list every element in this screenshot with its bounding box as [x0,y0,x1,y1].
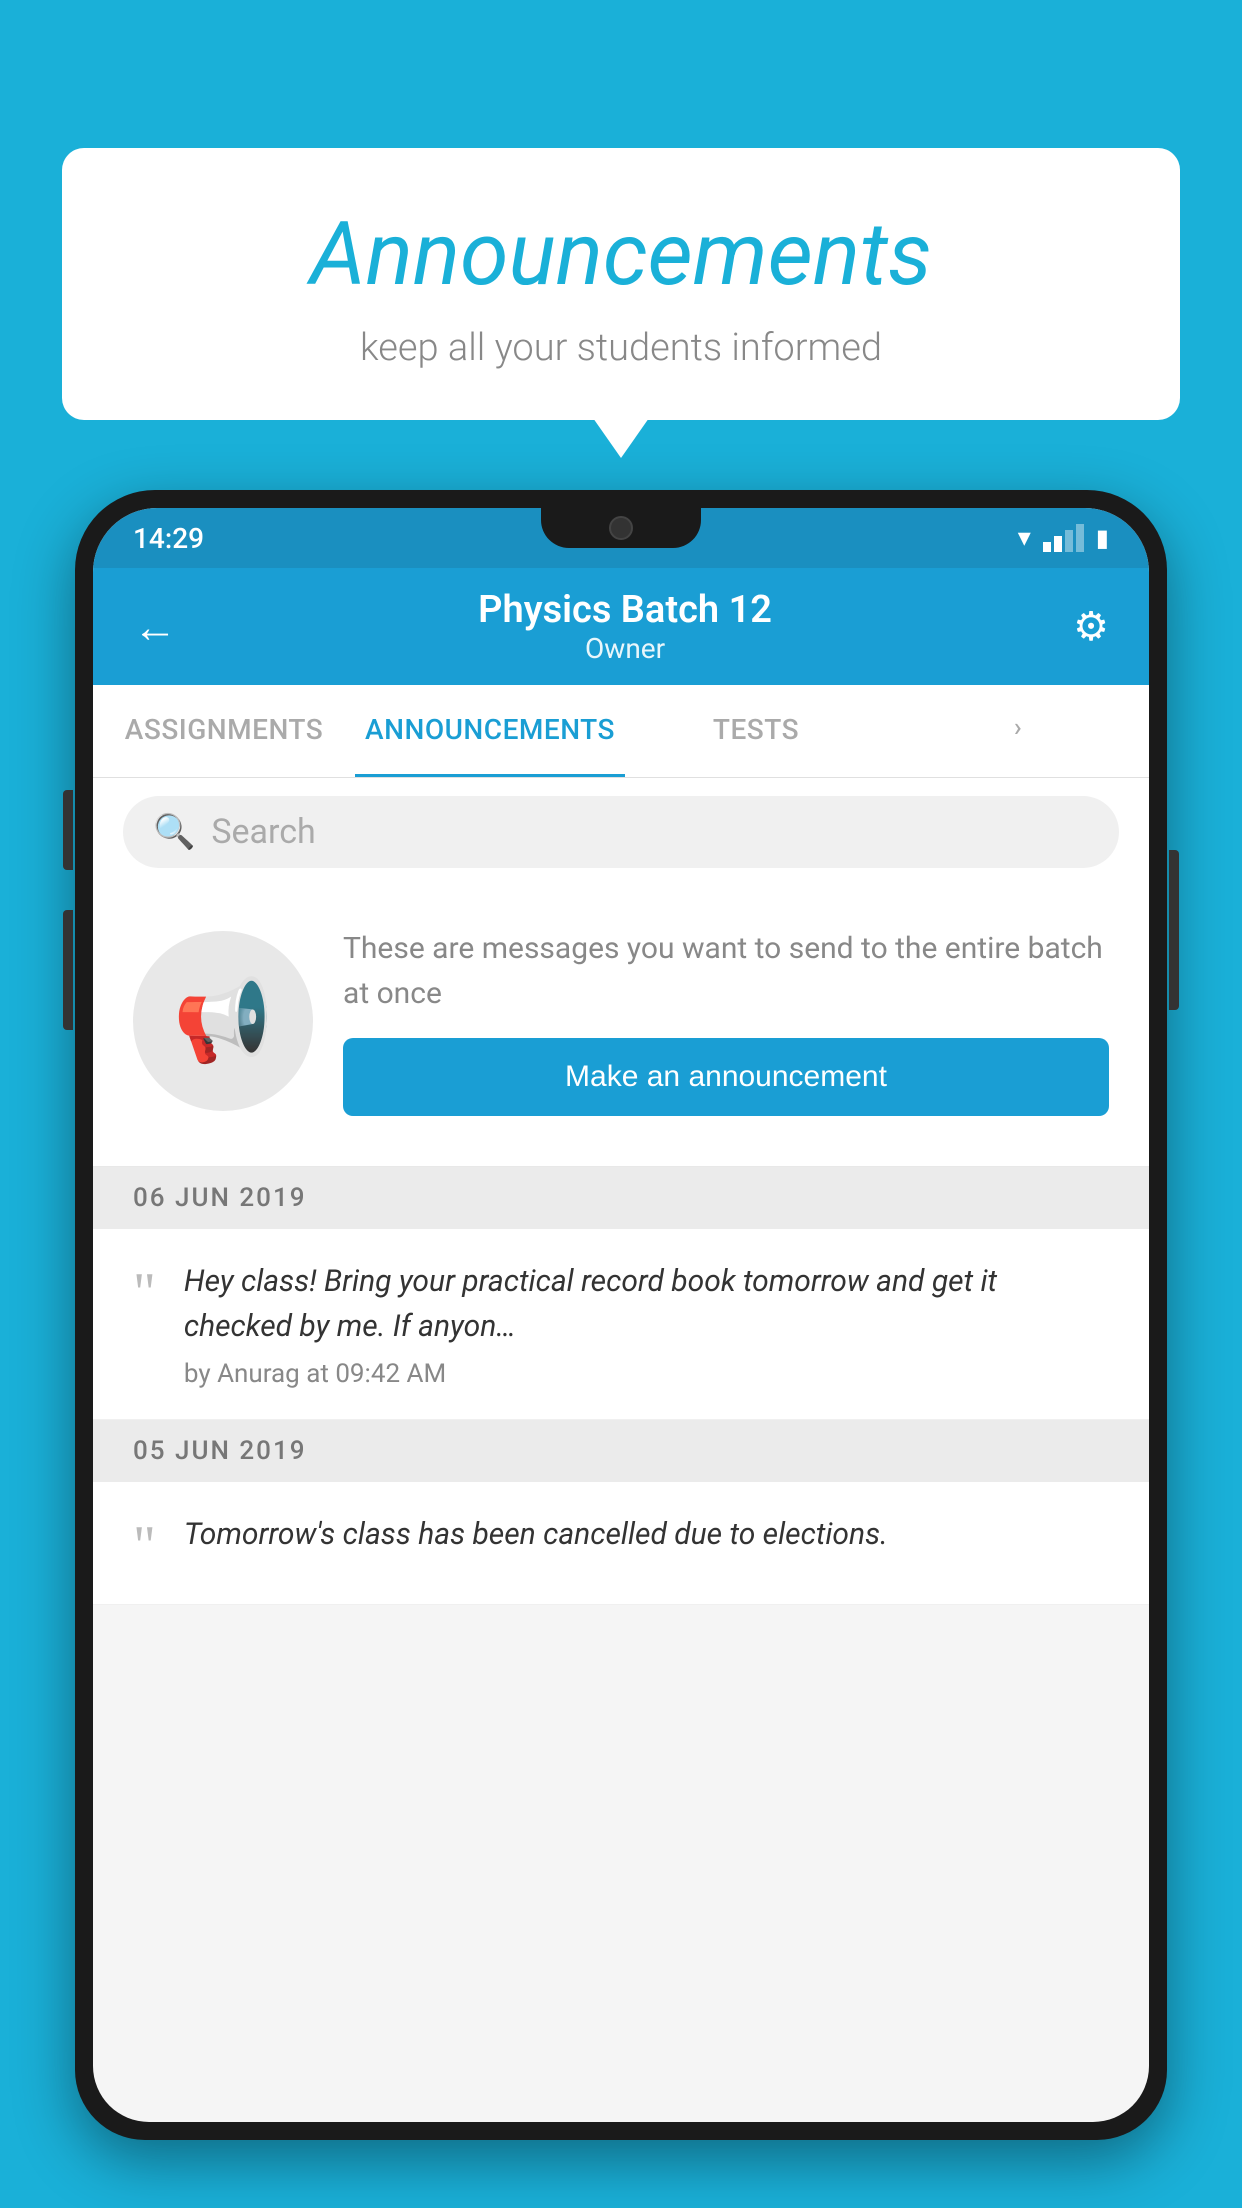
tab-more[interactable]: › [887,685,1149,777]
announcement-meta-1: by Anurag at 09:42 AM [184,1359,1109,1389]
tab-announcements[interactable]: ANNOUNCEMENTS [355,685,625,777]
header-center: Physics Batch 12 Owner [478,588,772,665]
app-header: ← Physics Batch 12 Owner ⚙ [93,568,1149,685]
wifi-icon: ▾ [1018,523,1031,553]
announcement-content-1: Hey class! Bring your practical record b… [184,1259,1109,1389]
search-input[interactable]: Search [211,812,315,852]
speech-bubble: Announcements keep all your students inf… [62,148,1180,420]
promo-right: These are messages you want to send to t… [343,926,1109,1116]
battery-icon: ▮ [1096,524,1109,552]
phone-mockup: 14:29 ▾ ▮ ← Physics Batch 12 Owner [75,490,1167,2208]
signal-bars-icon [1043,524,1084,552]
search-container: 🔍 Search [93,778,1149,886]
speech-bubble-container: Announcements keep all your students inf… [62,148,1180,420]
phone-side-button [63,790,73,870]
tabs-bar: ASSIGNMENTS ANNOUNCEMENTS TESTS › [93,685,1149,778]
announcement-text-2: Tomorrow's class has been cancelled due … [184,1512,1109,1557]
make-announcement-button[interactable]: Make an announcement [343,1038,1109,1116]
bubble-subtitle: keep all your students informed [122,326,1120,370]
announcement-text-1: Hey class! Bring your practical record b… [184,1259,1109,1349]
phone-volume-button [63,910,73,1030]
megaphone-icon: 📢 [173,974,273,1068]
back-button[interactable]: ← [133,601,177,653]
phone-power-button [1169,850,1179,1010]
date-divider-1: 06 JUN 2019 [93,1167,1149,1229]
status-time: 14:29 [133,522,204,555]
date-divider-2: 05 JUN 2019 [93,1420,1149,1482]
bubble-title: Announcements [122,203,1120,306]
search-input-wrapper[interactable]: 🔍 Search [123,796,1119,868]
quote-icon-1: " [133,1265,156,1321]
announcement-content-2: Tomorrow's class has been cancelled due … [184,1512,1109,1557]
phone-notch [541,508,701,548]
phone-camera [609,516,633,540]
announcement-icon-circle: 📢 [133,931,313,1111]
search-icon: 🔍 [153,812,195,852]
status-icons: ▾ ▮ [1018,523,1109,553]
phone-screen: 14:29 ▾ ▮ ← Physics Batch 12 Owner [93,508,1149,2122]
batch-role: Owner [478,632,772,665]
batch-title: Physics Batch 12 [478,588,772,632]
promo-description: These are messages you want to send to t… [343,926,1109,1016]
quote-icon-2: " [133,1518,156,1574]
settings-icon[interactable]: ⚙ [1073,603,1109,650]
tab-assignments[interactable]: ASSIGNMENTS [93,685,355,777]
tab-tests[interactable]: TESTS [625,685,887,777]
announcement-item-2: " Tomorrow's class has been cancelled du… [93,1482,1149,1605]
announcement-item-1: " Hey class! Bring your practical record… [93,1229,1149,1420]
promo-card: 📢 These are messages you want to send to… [93,886,1149,1167]
phone-outer: 14:29 ▾ ▮ ← Physics Batch 12 Owner [75,490,1167,2140]
